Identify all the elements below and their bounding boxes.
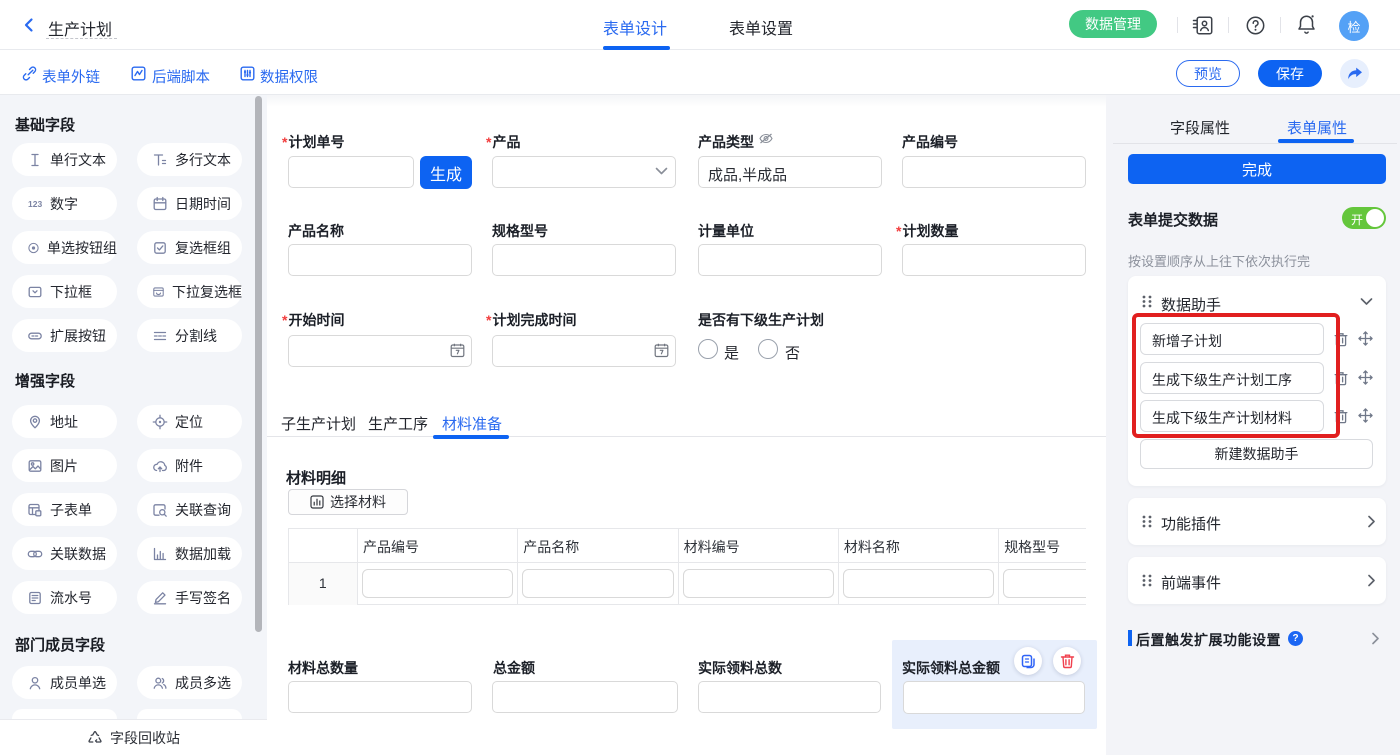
svg-text:123: 123 bbox=[28, 199, 42, 209]
